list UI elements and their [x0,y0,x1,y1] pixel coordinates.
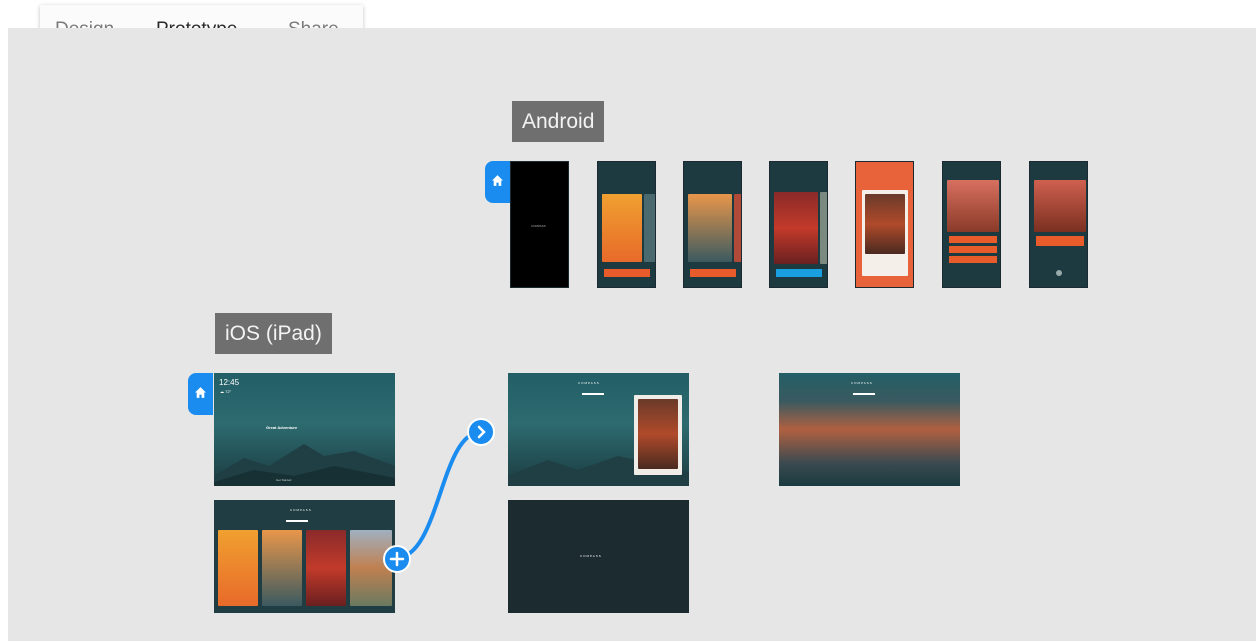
wire-source-handle[interactable] [383,545,411,573]
chevron-right-icon [477,425,486,439]
plus-icon [389,551,405,567]
wire-target-handle[interactable] [467,418,495,446]
interaction-wire[interactable] [0,0,1256,641]
